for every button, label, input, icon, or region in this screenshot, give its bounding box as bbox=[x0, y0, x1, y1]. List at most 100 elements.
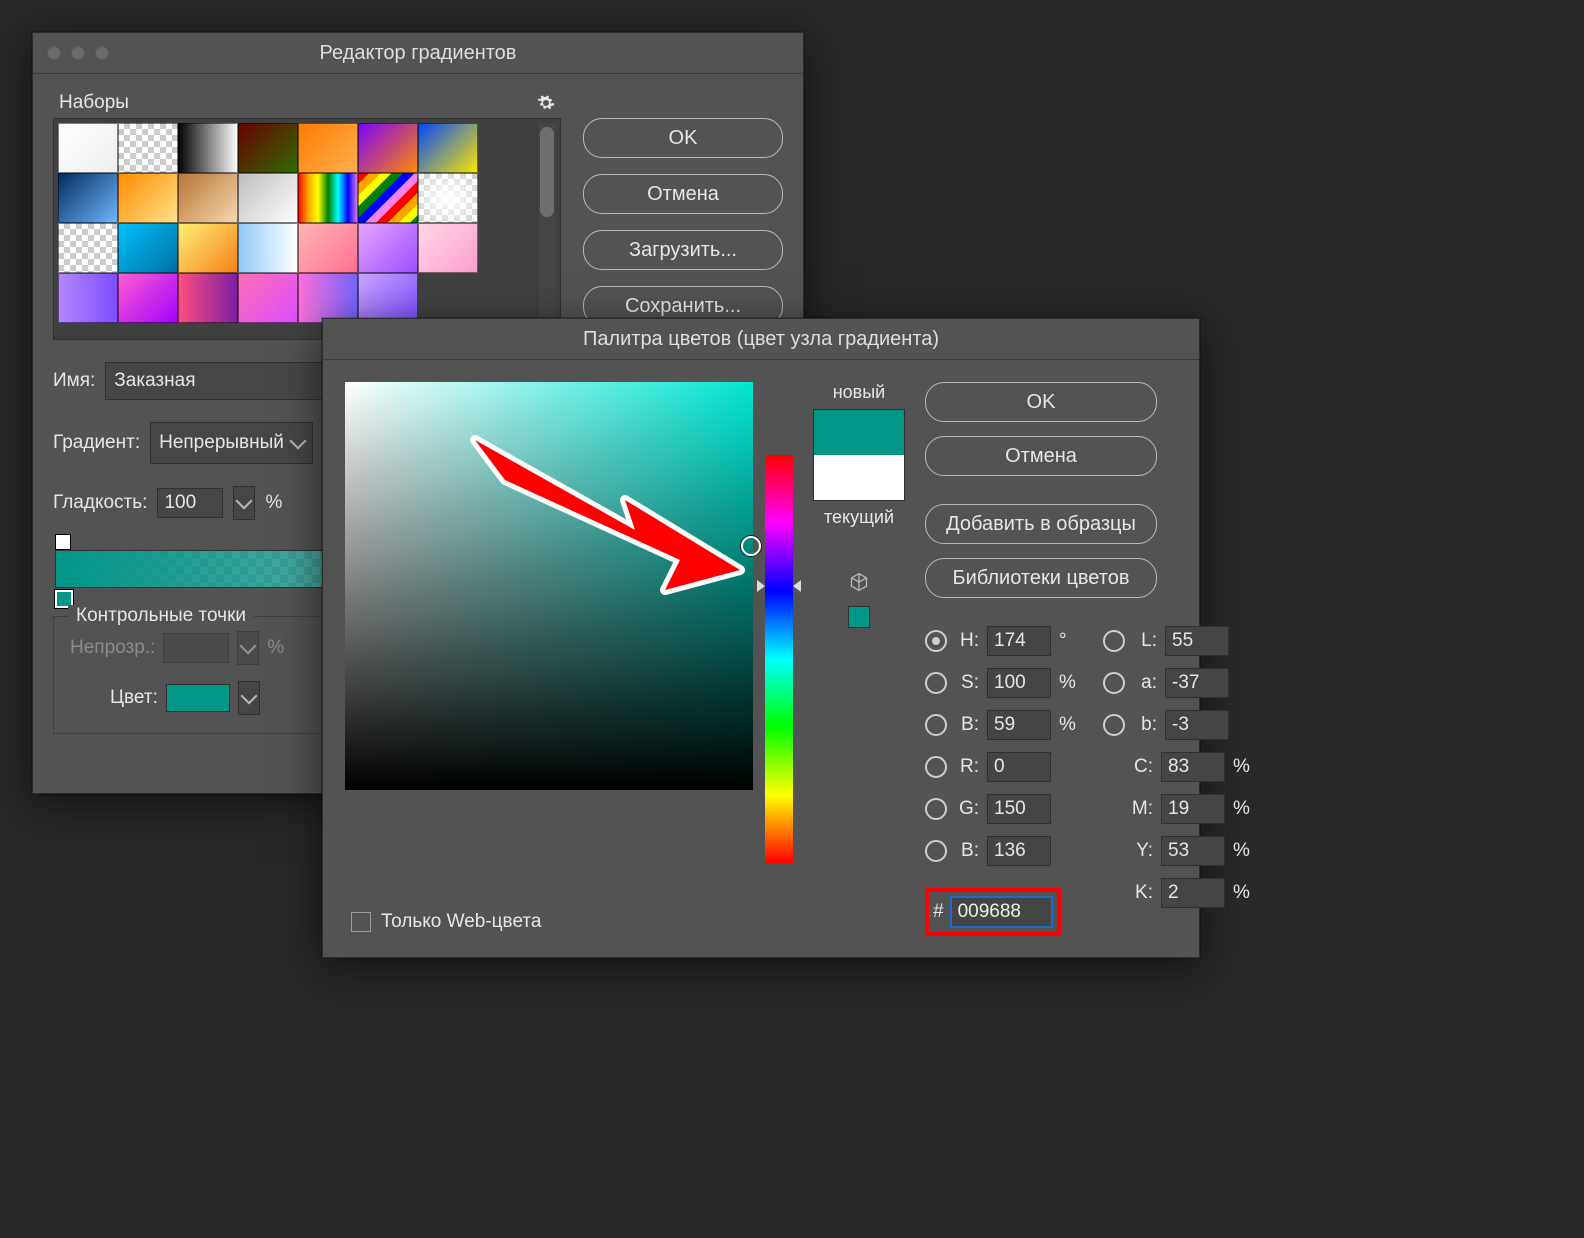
h-input[interactable]: 174 bbox=[987, 626, 1051, 656]
add-to-swatches-button[interactable]: Добавить в образцы bbox=[925, 504, 1157, 544]
presets-grid bbox=[58, 123, 533, 335]
hex-label: # bbox=[933, 901, 944, 923]
color-picker-titlebar[interactable]: Палитра цветов (цвет узла градиента) bbox=[323, 319, 1199, 360]
radio-a[interactable] bbox=[1103, 672, 1125, 694]
radio-h[interactable] bbox=[925, 630, 947, 652]
color-picker-window: Палитра цветов (цвет узла градиента) нов… bbox=[322, 318, 1200, 958]
web-colors-label: Только Web-цвета bbox=[381, 911, 541, 933]
web-colors-checkbox[interactable] bbox=[351, 912, 371, 932]
c-input[interactable]: 83 bbox=[1161, 752, 1225, 782]
current-color-swatch[interactable] bbox=[814, 455, 904, 500]
smoothness-input[interactable]: 100 bbox=[157, 488, 223, 518]
preset-swatch[interactable] bbox=[298, 173, 358, 223]
zoom-icon[interactable] bbox=[95, 46, 109, 60]
radio-s[interactable] bbox=[925, 672, 947, 694]
name-label: Имя: bbox=[53, 370, 95, 392]
s-input[interactable]: 100 bbox=[987, 668, 1051, 698]
radio-l[interactable] bbox=[1103, 630, 1125, 652]
cancel-button[interactable]: Отмена bbox=[925, 436, 1157, 476]
preset-swatch[interactable] bbox=[178, 123, 238, 173]
chevron-down-icon bbox=[236, 493, 253, 510]
preset-swatch[interactable] bbox=[418, 173, 478, 223]
cancel-button[interactable]: Отмена bbox=[583, 174, 783, 214]
m-input[interactable]: 19 bbox=[1161, 794, 1225, 824]
b-hsb-input[interactable]: 59 bbox=[987, 710, 1051, 740]
color-libraries-button[interactable]: Библиотеки цветов bbox=[925, 558, 1157, 598]
radio-b-rgb[interactable] bbox=[925, 840, 947, 862]
hex-highlight: # 009688 bbox=[925, 888, 1061, 936]
l-input[interactable]: 55 bbox=[1165, 626, 1229, 656]
preset-swatch[interactable] bbox=[118, 273, 178, 323]
gradient-editor-titlebar[interactable]: Редактор градиентов bbox=[33, 33, 803, 74]
stops-title: Контрольные точки bbox=[68, 605, 254, 627]
hue-slider[interactable] bbox=[765, 455, 793, 863]
preset-swatch[interactable] bbox=[238, 173, 298, 223]
preset-swatch[interactable] bbox=[178, 223, 238, 273]
preset-swatch[interactable] bbox=[298, 273, 358, 323]
minimize-icon[interactable] bbox=[71, 46, 85, 60]
preset-swatch[interactable] bbox=[178, 173, 238, 223]
preset-swatch[interactable] bbox=[118, 173, 178, 223]
gradient-editor-buttons: OK Отмена Загрузить... Сохранить... bbox=[583, 92, 783, 340]
chevron-down-icon bbox=[240, 688, 257, 705]
opacity-dropdown bbox=[237, 631, 259, 665]
cube-icon[interactable] bbox=[849, 572, 869, 592]
radio-r[interactable] bbox=[925, 756, 947, 778]
hex-input[interactable]: 009688 bbox=[950, 896, 1053, 928]
opacity-unit: % bbox=[267, 637, 284, 659]
radio-b-lab[interactable] bbox=[1103, 714, 1125, 736]
b-lab-input[interactable]: -3 bbox=[1165, 710, 1229, 740]
preset-swatch[interactable] bbox=[358, 223, 418, 273]
smoothness-dropdown[interactable] bbox=[233, 486, 255, 520]
saturation-brightness-field[interactable] bbox=[345, 382, 753, 790]
preset-swatch[interactable] bbox=[118, 223, 178, 273]
current-color-label: текущий bbox=[824, 507, 894, 528]
r-input[interactable]: 0 bbox=[987, 752, 1051, 782]
color-label: Цвет: bbox=[110, 687, 158, 709]
presets-scrollbar[interactable] bbox=[537, 123, 556, 335]
sb-picker-ring[interactable] bbox=[741, 536, 761, 556]
smoothness-label: Гладкость: bbox=[53, 492, 147, 514]
y-input[interactable]: 53 bbox=[1161, 836, 1225, 866]
opacity-stop[interactable] bbox=[55, 534, 71, 550]
preset-swatch[interactable] bbox=[298, 223, 358, 273]
color-dropdown[interactable] bbox=[238, 681, 260, 715]
new-color-swatch[interactable] bbox=[814, 410, 904, 455]
ok-button[interactable]: OK bbox=[583, 118, 783, 158]
ok-button[interactable]: OK bbox=[925, 382, 1157, 422]
preset-swatch[interactable] bbox=[58, 273, 118, 323]
load-button[interactable]: Загрузить... bbox=[583, 230, 783, 270]
preset-swatch[interactable] bbox=[58, 223, 118, 273]
color-picker-title: Палитра цветов (цвет узла градиента) bbox=[323, 328, 1199, 351]
gear-icon[interactable] bbox=[537, 94, 555, 112]
b-rgb-input[interactable]: 136 bbox=[987, 836, 1051, 866]
preset-swatch[interactable] bbox=[358, 273, 418, 323]
new-current-swatch bbox=[813, 409, 905, 501]
radio-b[interactable] bbox=[925, 714, 947, 736]
radio-g[interactable] bbox=[925, 798, 947, 820]
preset-swatch[interactable] bbox=[238, 223, 298, 273]
preset-swatch[interactable] bbox=[418, 223, 478, 273]
stop-color-well[interactable] bbox=[166, 684, 230, 712]
preset-swatch[interactable] bbox=[58, 173, 118, 223]
preset-swatch[interactable] bbox=[358, 123, 418, 173]
window-controls bbox=[33, 46, 109, 60]
k-input[interactable]: 2 bbox=[1161, 878, 1225, 908]
g-input[interactable]: 150 bbox=[987, 794, 1051, 824]
opacity-input bbox=[163, 633, 229, 663]
preset-swatch[interactable] bbox=[238, 273, 298, 323]
preset-swatch[interactable] bbox=[58, 123, 118, 173]
preset-swatch[interactable] bbox=[118, 123, 178, 173]
presets-panel: Наборы bbox=[53, 92, 561, 340]
close-icon[interactable] bbox=[47, 46, 61, 60]
hue-pointer[interactable] bbox=[757, 580, 801, 592]
a-input[interactable]: -37 bbox=[1165, 668, 1229, 698]
new-color-label: новый bbox=[833, 382, 886, 403]
preset-swatch[interactable] bbox=[358, 173, 418, 223]
preset-swatch[interactable] bbox=[178, 273, 238, 323]
preset-swatch[interactable] bbox=[418, 123, 478, 173]
preset-swatch[interactable] bbox=[238, 123, 298, 173]
preset-swatch[interactable] bbox=[298, 123, 358, 173]
websafe-swatch[interactable] bbox=[848, 606, 870, 628]
gradient-type-select[interactable]: Непрерывный bbox=[150, 422, 313, 464]
